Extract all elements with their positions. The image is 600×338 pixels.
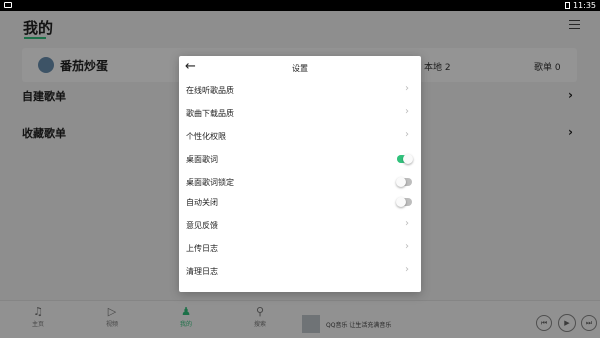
desktop-lyrics-lock-toggle[interactable] xyxy=(396,177,412,187)
setting-desktop-lyrics: 桌面歌词 xyxy=(179,148,421,170)
chevron-right-icon: › xyxy=(405,83,409,94)
setting-label: 桌面歌词 xyxy=(186,155,218,164)
settings-dialog: ← 设置 在线听歌品质 › 歌曲下载品质 › 个性化权限 › 桌面歌词 桌面歌词… xyxy=(179,56,421,292)
setting-label: 自动关闭 xyxy=(186,198,218,207)
auto-close-toggle[interactable] xyxy=(396,197,412,207)
setting-desktop-lyrics-lock: 桌面歌词锁定 xyxy=(179,171,421,193)
chevron-right-icon: › xyxy=(405,241,409,252)
dialog-title: 设置 xyxy=(292,64,308,73)
setting-label: 清理日志 xyxy=(186,267,218,276)
chevron-right-icon: › xyxy=(405,106,409,117)
setting-online-quality[interactable]: 在线听歌品质 › xyxy=(179,79,421,101)
setting-feedback[interactable]: 意见反馈 › xyxy=(179,214,421,236)
dialog-header: ← 设置 xyxy=(179,56,421,79)
setting-label: 在线听歌品质 xyxy=(186,86,234,95)
chevron-right-icon: › xyxy=(405,264,409,275)
setting-download-quality[interactable]: 歌曲下载品质 › xyxy=(179,102,421,124)
setting-auto-close: 自动关闭 xyxy=(179,191,421,213)
chevron-right-icon: › xyxy=(405,129,409,140)
status-bar: 11:35 xyxy=(0,0,600,11)
notification-icon xyxy=(4,2,12,8)
setting-upload-log[interactable]: 上传日志 › xyxy=(179,237,421,259)
setting-label: 桌面歌词锁定 xyxy=(186,178,234,187)
setting-clear-log[interactable]: 清理日志 › xyxy=(179,260,421,282)
setting-label: 上传日志 xyxy=(186,244,218,253)
status-time: 11:35 xyxy=(572,1,596,10)
setting-personalization[interactable]: 个性化权限 › xyxy=(179,125,421,147)
setting-label: 意见反馈 xyxy=(186,221,218,230)
desktop-lyrics-toggle[interactable] xyxy=(397,154,413,164)
setting-label: 歌曲下载品质 xyxy=(186,109,234,118)
battery-icon xyxy=(564,2,570,9)
chevron-right-icon: › xyxy=(405,218,409,229)
setting-label: 个性化权限 xyxy=(186,132,226,141)
